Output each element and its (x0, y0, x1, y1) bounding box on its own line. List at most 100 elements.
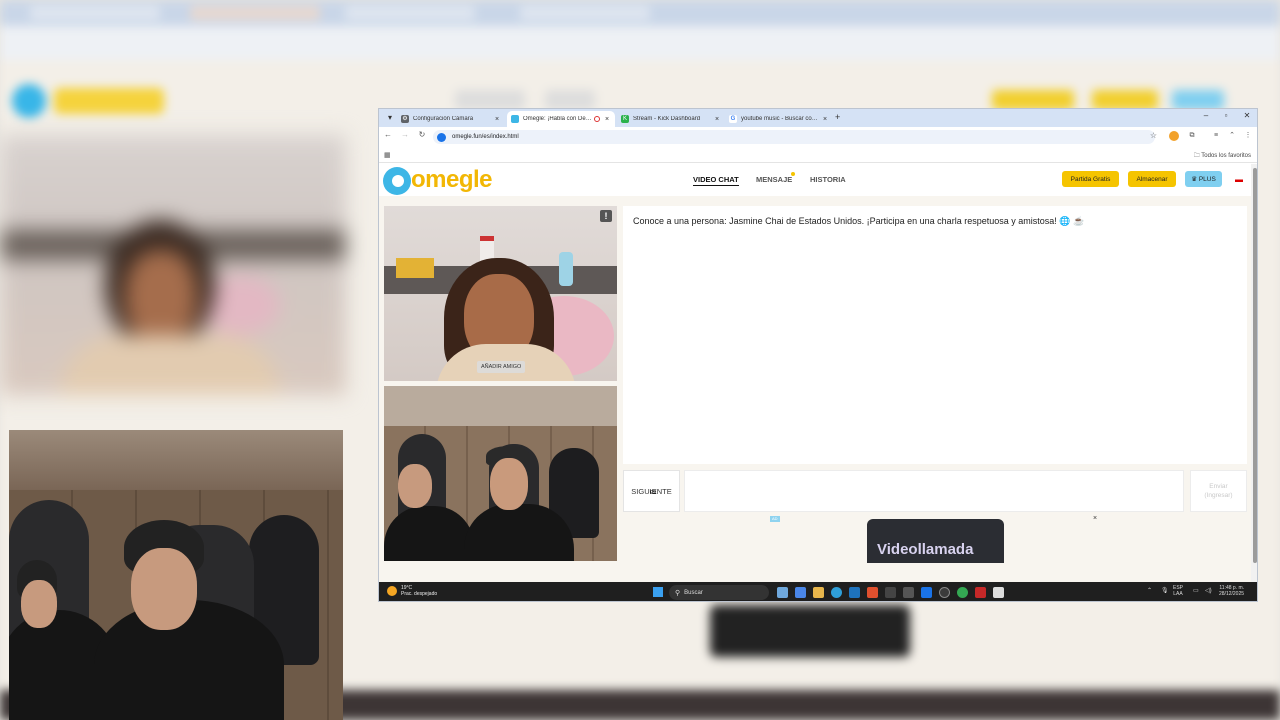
nav-video-chat[interactable]: VIDEO CHAT (693, 175, 739, 186)
mail-icon[interactable] (921, 587, 932, 598)
streamer-webcam (9, 430, 343, 720)
nav-history[interactable]: HISTORIA (810, 175, 846, 184)
language-indicator[interactable]: ESP LAA (1173, 585, 1183, 598)
search-placeholder: Buscar (684, 589, 703, 596)
nav-message[interactable]: MENSAJE (756, 175, 792, 184)
plus-button[interactable]: ♛ PLUS (1185, 171, 1222, 187)
send-button[interactable]: Enviar (Ingresar) (1190, 470, 1247, 512)
tab-omegle[interactable]: Omegle: ¡Habla con Desco × (507, 111, 615, 127)
back-icon[interactable]: ← (382, 130, 394, 139)
bg-tab (345, 6, 475, 20)
taskbar-clock[interactable]: 11:48 p. m. 28/12/2025 (1219, 585, 1244, 598)
send-label: Enviar (1209, 482, 1228, 490)
microphone-icon[interactable]: 🎙 (1161, 587, 1169, 594)
profile-icon[interactable]: ⌃ (1227, 131, 1237, 141)
language-flag-icon[interactable] (1235, 177, 1243, 182)
all-bookmarks-label: Todos los favoritos (1201, 153, 1251, 159)
banner-text: Videollamada (877, 541, 974, 558)
stranger-cam-overlay (0, 135, 346, 395)
brave-icon[interactable] (867, 587, 878, 598)
task-view-icon[interactable] (795, 587, 806, 598)
tab-close-icon[interactable]: × (713, 116, 721, 123)
chrome-icon[interactable] (957, 587, 968, 598)
site-info-icon[interactable] (437, 132, 446, 142)
notification-dot (791, 172, 795, 176)
tab-label: youtube music - Buscar con G (741, 116, 818, 122)
apps-grid-icon[interactable]: ▦ (384, 151, 391, 159)
tab-camera-settings[interactable]: ⚙ Configuración Cámara × (397, 111, 505, 127)
menu-kebab-icon[interactable]: ⋮ (1243, 131, 1253, 141)
bookmark-star-icon[interactable]: ☆ (1150, 131, 1157, 140)
add-friend-button[interactable]: AÑADIR AMIGO (477, 361, 526, 373)
bg-tab (30, 6, 160, 20)
ad-badge: AD (770, 516, 780, 522)
media-icon[interactable]: ≡ (1211, 131, 1221, 141)
self-video (384, 386, 617, 561)
volume-icon[interactable]: ◁) (1205, 587, 1212, 594)
omegle-logo-icon[interactable] (383, 167, 411, 195)
weather-desc: Prac. despejado (401, 591, 438, 598)
app-icon[interactable] (903, 587, 914, 598)
app-icon[interactable] (993, 587, 1004, 598)
store-icon[interactable] (849, 587, 860, 598)
taskbar-search[interactable]: ⚲ Buscar (669, 585, 769, 600)
forward-icon[interactable]: → (399, 130, 411, 139)
kick-icon: K (621, 115, 629, 123)
lang-bottom: LAA (1173, 591, 1183, 598)
extension-icon[interactable] (1169, 131, 1179, 141)
tab-google-search[interactable]: G youtube music - Buscar con G × (725, 111, 833, 127)
obs-icon[interactable] (939, 587, 950, 598)
minimize-icon[interactable]: – (1199, 111, 1213, 120)
windows-start-icon[interactable] (653, 587, 663, 597)
scrollbar-thumb[interactable] (1253, 168, 1257, 563)
tab-close-icon[interactable]: × (603, 116, 611, 123)
search-icon: ⚲ (675, 589, 681, 597)
tab-search-chevron-icon[interactable]: ▾ (383, 111, 397, 125)
file-explorer-icon[interactable] (813, 587, 824, 598)
bg-button (1092, 90, 1158, 110)
copilot-icon[interactable] (777, 587, 788, 598)
omegle-logo-text[interactable]: omegle (411, 166, 493, 194)
bg-banner (710, 605, 910, 657)
system-message: Conoce a una persona: Jasmine Chai de Es… (633, 216, 1085, 226)
bookmarks-bar: ▦ 🗀 Todos los favoritos (379, 147, 1257, 163)
edge-icon[interactable] (831, 587, 842, 598)
bg-button (992, 90, 1074, 110)
weather-widget[interactable]: 19°C Prac. despejado (387, 585, 437, 598)
reload-icon[interactable]: ↻ (416, 130, 428, 139)
weather-sun-icon (387, 586, 397, 597)
all-bookmarks-folder[interactable]: 🗀 Todos los favoritos (1194, 151, 1251, 161)
browser-window: ▾ ⚙ Configuración Cámara × Omegle: ¡Habl… (378, 108, 1258, 602)
clock-time: 11:48 p. m. (1219, 585, 1245, 591)
bg-address-bar (0, 26, 1280, 60)
tab-close-icon[interactable]: × (493, 116, 501, 123)
google-icon: G (729, 115, 737, 123)
tab-close-icon[interactable]: × (821, 116, 829, 123)
free-game-button[interactable]: Partida Gratis (1062, 171, 1119, 187)
bg-logo-text (54, 88, 164, 114)
tab-label: Omegle: ¡Habla con Desco (523, 116, 592, 122)
report-icon[interactable]: ! (600, 210, 612, 222)
videocall-banner[interactable]: Videollamada (867, 519, 1004, 563)
weather-temp: 19°C (401, 585, 413, 591)
recorder-icon[interactable] (975, 587, 986, 598)
bg-tab (190, 6, 320, 20)
site-header: omegle VIDEO CHAT MENSAJE HISTORIA Parti… (379, 164, 1251, 196)
new-tab-button[interactable]: + (835, 112, 840, 122)
network-icon[interactable]: ▭ (1193, 587, 1199, 594)
restore-icon[interactable]: ▫ (1219, 111, 1233, 120)
address-bar[interactable]: omegle.fun/es/index.html (433, 130, 1155, 144)
chat-message-input[interactable] (684, 470, 1184, 512)
tab-label: Stream - Kick Dashboard (633, 116, 701, 122)
puzzle-extensions-icon[interactable]: ⧉ (1187, 131, 1197, 141)
ad-close-icon[interactable]: × (1093, 515, 1097, 522)
tray-chevron-icon[interactable]: ⌃ (1147, 587, 1152, 594)
app-icon[interactable] (885, 587, 896, 598)
close-window-icon[interactable]: ✕ (1240, 111, 1254, 120)
send-hint: (Ingresar) (1204, 492, 1233, 499)
browser-toolbar: ← → ↻ omegle.fun/es/index.html ☆ ⧉ ≡ ⌃ ⋮ (379, 127, 1257, 147)
page-scrollbar[interactable] (1251, 164, 1257, 582)
tab-kick-dashboard[interactable]: K Stream - Kick Dashboard × (617, 111, 725, 127)
store-button[interactable]: Almacenar (1128, 171, 1176, 187)
chat-log: Conoce a una persona: Jasmine Chai de Es… (623, 206, 1247, 464)
